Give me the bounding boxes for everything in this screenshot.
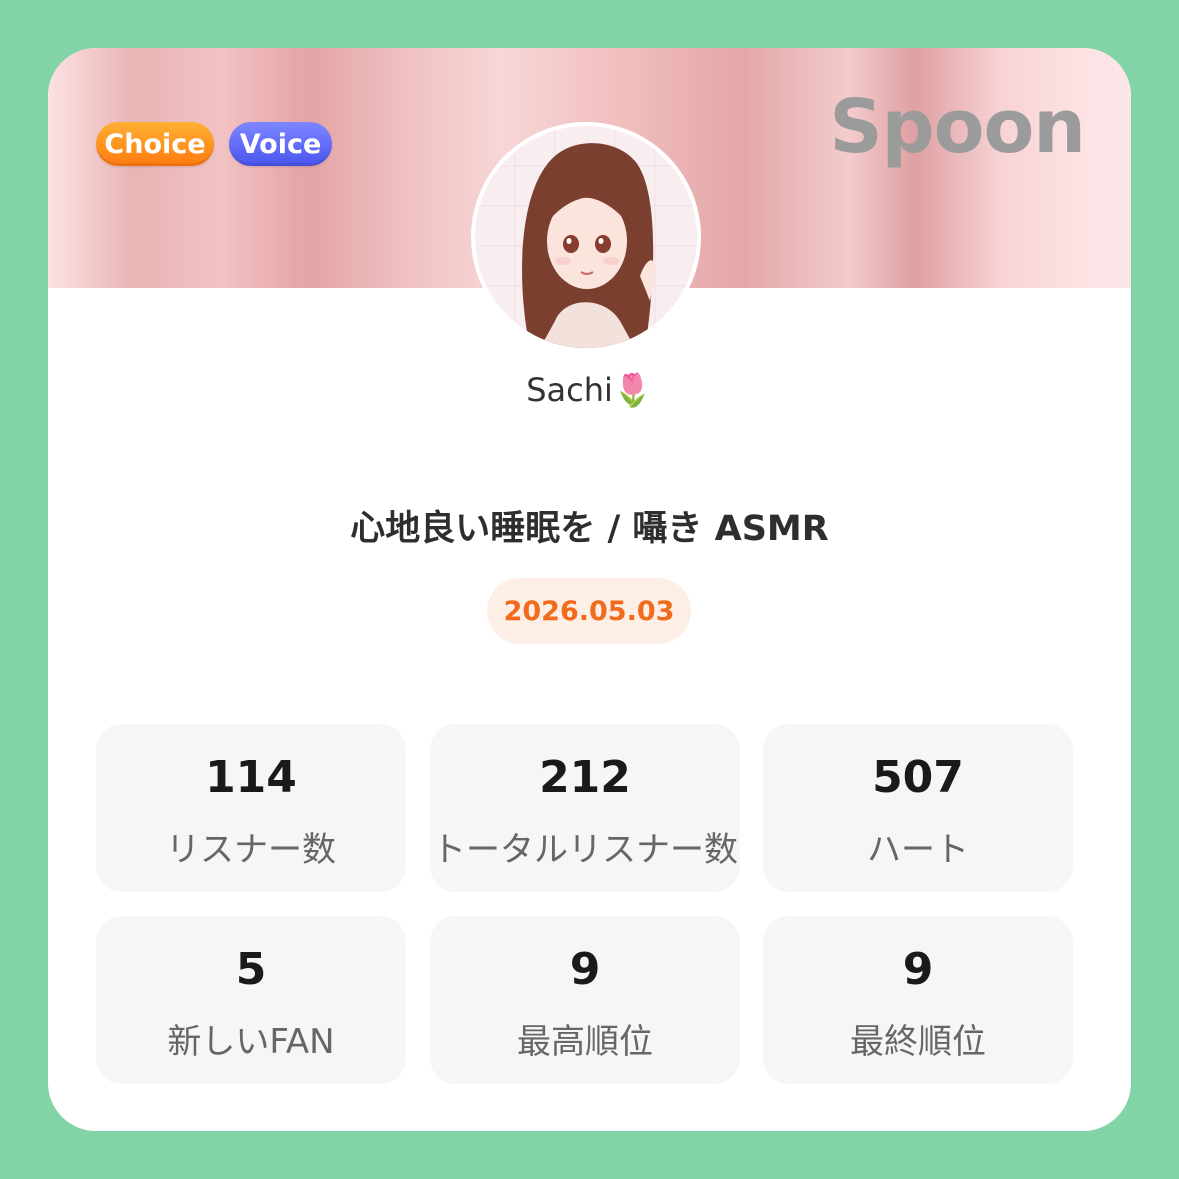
avatar-illustration-icon bbox=[475, 126, 697, 348]
spoon-logo: Spoon bbox=[829, 84, 1086, 170]
stat-card-total-listeners: 212 トータルリスナー数 bbox=[430, 724, 740, 892]
broadcast-summary-card: Choice Voice Spoon Sachi🌷 心地良い睡眠を / 囁き A… bbox=[48, 48, 1131, 1131]
stat-card-best-rank: 9 最高順位 bbox=[430, 916, 740, 1084]
stat-card-listeners: 114 リスナー数 bbox=[96, 724, 406, 892]
username: Sachi🌷 bbox=[526, 371, 653, 409]
stat-card-final-rank: 9 最終順位 bbox=[763, 916, 1073, 1084]
stat-label: リスナー数 bbox=[166, 830, 336, 870]
broadcast-title: 心地良い睡眠を / 囁き ASMR bbox=[350, 509, 829, 549]
stat-value: 9 bbox=[902, 944, 934, 995]
date-badge: 2026.05.03 bbox=[487, 578, 691, 644]
voice-badge: Voice bbox=[229, 122, 332, 166]
stat-label: ハート bbox=[867, 830, 969, 870]
stat-value: 9 bbox=[569, 944, 601, 995]
stat-label: 最終順位 bbox=[850, 1022, 986, 1062]
avatar[interactable] bbox=[471, 122, 701, 352]
stat-value: 114 bbox=[205, 752, 297, 803]
stat-card-hearts: 507 ハート bbox=[763, 724, 1073, 892]
choice-badge: Choice bbox=[96, 122, 214, 166]
stat-label: トータルリスナー数 bbox=[432, 830, 738, 870]
stat-value: 5 bbox=[235, 944, 267, 995]
stat-value: 212 bbox=[539, 752, 631, 803]
stat-value: 507 bbox=[872, 752, 964, 803]
stat-label: 最高順位 bbox=[517, 1022, 653, 1062]
stat-card-new-fans: 5 新しいFAN bbox=[96, 916, 406, 1084]
stat-label: 新しいFAN bbox=[167, 1022, 335, 1062]
